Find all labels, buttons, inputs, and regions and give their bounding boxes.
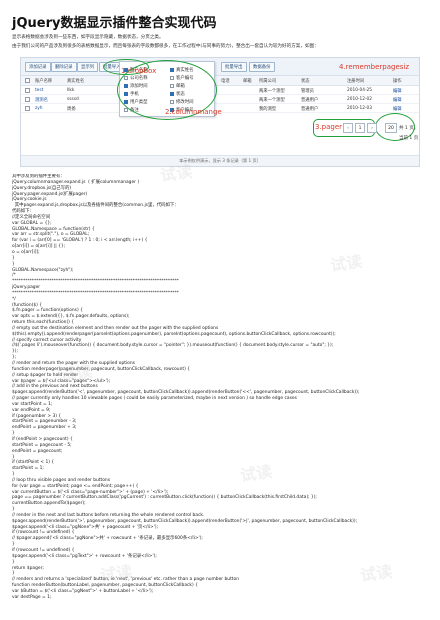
table-row: test llkk 两来一个测型 管理员 2010-04-25 编辑 — [21, 86, 419, 95]
code-line: var destPage = 1; — [12, 594, 52, 600]
cell-account[interactable]: zyh — [35, 106, 43, 111]
cell-date: 2010-12-03 — [347, 106, 372, 111]
cell-company: 我的测型 — [259, 107, 277, 112]
row-checkbox[interactable] — [25, 106, 30, 111]
pager-current-page[interactable]: 1 — [355, 123, 365, 133]
pager-prev-button[interactable]: ‹ — [343, 123, 353, 133]
header-email[interactable]: 邮箱 — [243, 78, 252, 84]
cell-status: 普通用户 — [301, 98, 319, 103]
header-phone[interactable]: 电话 — [221, 78, 230, 84]
cell-account[interactable]: test — [35, 88, 43, 93]
annotation-remember-pagesize: 4.rememberpagesiz — [339, 63, 410, 71]
header-account[interactable]: 账户名称 — [35, 78, 52, 84]
annotation-columnmange: 2.columnmange — [165, 108, 222, 116]
toolbar-delete-button[interactable]: 删除记录 — [51, 62, 77, 72]
page-size-input[interactable]: 20 — [385, 123, 397, 133]
annotation-pager: 3.pager — [315, 123, 343, 131]
pager-info-text: 共 1 页，当前 1 页 — [399, 126, 419, 141]
toolbar-backup-button[interactable]: 数据备份 — [249, 62, 275, 72]
cell-realname: llkk — [67, 88, 75, 93]
code-listing: 其中涉及到的插件主要有： jQuery.columnmanager.expand.… — [12, 174, 430, 616]
cell-edit-link[interactable]: 编辑 — [393, 88, 402, 94]
toolbar-add-button[interactable]: 添加记录 — [25, 62, 51, 72]
row-checkbox[interactable] — [25, 97, 30, 102]
cell-company: 两来一个测型 — [259, 98, 285, 103]
header-status[interactable]: 状态 — [301, 78, 310, 84]
intro-paragraph-1: 显示表格数据会涉及到一些东西，如字段显示隐藏，数据状态，分页之类。 — [12, 35, 164, 40]
cell-realname: ssssd — [67, 97, 79, 102]
cell-realname: 周扬 — [67, 107, 76, 112]
toolbar-columns-button[interactable]: 显示列 — [77, 62, 99, 72]
header-regtime[interactable]: 注册时间 — [347, 78, 364, 84]
header-checkbox[interactable] — [25, 78, 30, 83]
header-company[interactable]: 所属公司 — [259, 78, 276, 84]
grid-header: 账户名称 真实姓名 电话 邮箱 所属公司 状态 注册时间 操作 — [21, 76, 419, 86]
cell-date: 2010-04-25 — [347, 88, 372, 93]
header-realname[interactable]: 真实姓名 — [67, 78, 84, 84]
table-row: 测测名 ssssd 两来一个测型 普通用户 2010-12-02 编辑 — [21, 95, 419, 104]
article-title: jQuery数据显示插件整合实现代码 — [12, 16, 217, 31]
cell-edit-link[interactable]: 编辑 — [393, 97, 402, 103]
cell-status: 普通用户 — [301, 107, 319, 112]
cell-account[interactable]: 测测名 — [35, 97, 48, 103]
cell-company: 两来一个测型 — [259, 89, 285, 94]
grid-footer: 本示例仅供演示，显示 3 条记录（第 1 页） — [21, 155, 419, 166]
screenshot-figure: 添加记录 删除记录 显示列 批量导入 批量导出 数据备份 账户名称 真实姓名 电… — [20, 57, 420, 167]
cell-edit-link[interactable]: 编辑 — [393, 106, 402, 112]
cell-status: 管理员 — [301, 89, 314, 94]
toolbar-export-button[interactable]: 批量导出 — [221, 62, 247, 72]
cell-date: 2010-12-02 — [347, 97, 372, 102]
intro-paragraph-2: 由于我们公司的产品涉及到很多的表格数据显示，而且每张表的字段数都很多，在工作过程… — [12, 44, 319, 49]
header-ops[interactable]: 操作 — [393, 78, 402, 84]
pager-next-button[interactable]: › — [367, 123, 377, 133]
row-checkbox[interactable] — [25, 88, 30, 93]
